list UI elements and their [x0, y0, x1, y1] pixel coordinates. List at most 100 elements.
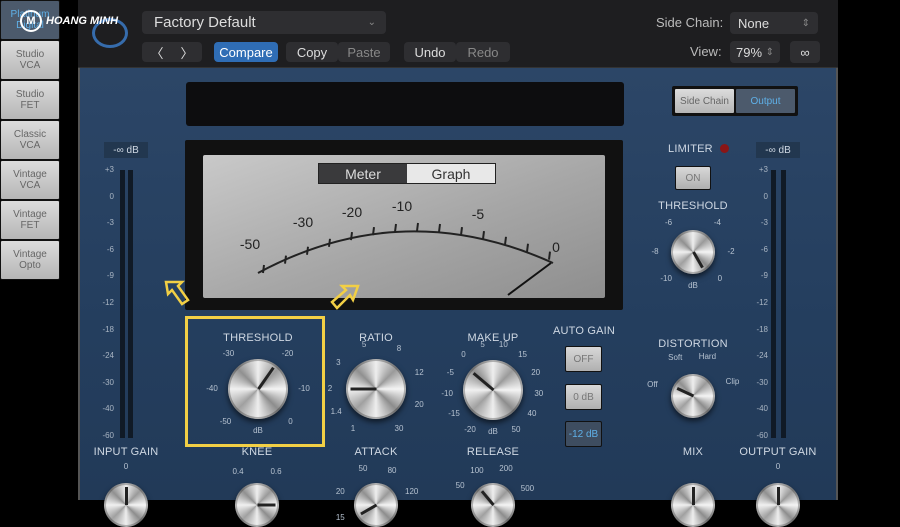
- auto-gain-minus12db-button[interactable]: -12 dB: [565, 421, 602, 447]
- ratio-tick-label: 30: [394, 423, 404, 433]
- ratio-tick-label: 20: [414, 399, 424, 409]
- ratio-knob[interactable]: [346, 359, 406, 419]
- mix-knob[interactable]: [671, 483, 715, 527]
- vu-scale-label: -50: [239, 236, 261, 252]
- release-tick-label: 200: [499, 464, 513, 474]
- input-scale-label: -30: [102, 377, 114, 387]
- next-preset-button[interactable]: 〉: [172, 43, 202, 62]
- vu-scale-label: 0: [552, 239, 560, 255]
- vu-tick: [526, 243, 529, 252]
- attack-tick-label: 15: [335, 512, 345, 522]
- limiter-led-icon: [720, 144, 729, 153]
- release-tick-label: 500: [520, 483, 535, 493]
- tab-meter[interactable]: Meter: [319, 164, 407, 183]
- auto-gain-off-button[interactable]: OFF: [565, 346, 602, 372]
- model-label-line1: Vintage: [13, 169, 47, 180]
- vu-needle: [507, 262, 552, 296]
- side-chain-view-button[interactable]: Side Chain: [674, 88, 735, 114]
- model-label-line2: VCA: [19, 140, 41, 151]
- model-button-classic-vca[interactable]: Classic VCA: [0, 120, 60, 160]
- output-view-button[interactable]: Output: [735, 88, 796, 114]
- distortion-pointer: [676, 387, 694, 398]
- input-gain-label: INPUT GAIN: [93, 446, 159, 458]
- vu-scale-label: -20: [341, 204, 363, 220]
- model-label-line2: VCA: [19, 180, 41, 191]
- model-button-studio-vca[interactable]: Studio VCA: [0, 40, 60, 80]
- vu-scale-label: -5: [471, 206, 485, 222]
- makeup-pointer: [472, 372, 494, 392]
- model-label-line1: Classic: [13, 129, 47, 140]
- limiter-threshold-knob[interactable]: [671, 230, 715, 274]
- release-knob[interactable]: [471, 483, 515, 527]
- view-toggle: Side Chain Output: [672, 86, 798, 116]
- input-level-readout: -∞ dB: [104, 142, 148, 158]
- vu-tick: [306, 246, 309, 255]
- output-scale-label: -24: [756, 351, 768, 361]
- makeup-unit-label: dB: [488, 427, 498, 436]
- attack-knob[interactable]: [354, 483, 398, 527]
- limiter-threshold-tick-label: -10: [660, 273, 672, 283]
- side-chain-value: None: [738, 15, 770, 31]
- tab-graph[interactable]: Graph: [407, 164, 495, 183]
- compare-button[interactable]: Compare: [214, 42, 278, 62]
- auto-gain-0db-button[interactable]: 0 dB: [565, 384, 602, 410]
- side-chain-select[interactable]: None ⇕: [730, 12, 818, 34]
- distortion-tick-label: Soft: [668, 352, 683, 362]
- prev-preset-button[interactable]: 〈: [142, 43, 172, 62]
- paste-button[interactable]: Paste: [338, 42, 390, 62]
- model-button-vintage-vca[interactable]: Vintage VCA: [0, 160, 60, 200]
- output-scale-label: 0: [763, 191, 768, 201]
- makeup-tick-label: 0: [461, 349, 466, 359]
- input-scale-label: -40: [102, 404, 114, 414]
- attack-tick-label: 120: [405, 487, 419, 496]
- vu-tick: [460, 227, 463, 236]
- makeup-tick-label: 40: [527, 409, 537, 419]
- link-button[interactable]: ∞: [790, 41, 820, 63]
- output-scale-label: -12: [756, 298, 768, 307]
- makeup-tick-label: -5: [446, 367, 454, 377]
- preset-nav: 〈〉: [142, 42, 202, 62]
- output-gain-knob[interactable]: [756, 483, 800, 527]
- limiter-on-button[interactable]: ON: [675, 166, 711, 190]
- limiter-threshold-tick-label: -8: [651, 247, 659, 256]
- preset-dropdown[interactable]: Factory Default ⌄: [142, 11, 386, 34]
- attack-tick-label: 20: [335, 487, 345, 496]
- view-zoom-select[interactable]: 79% ⇕: [730, 41, 780, 63]
- model-label-line2: FET: [20, 220, 40, 231]
- distortion-tick-label: Off: [647, 380, 658, 390]
- model-button-studio-fet[interactable]: Studio FET: [0, 80, 60, 120]
- input-scale-label: -60: [102, 431, 114, 440]
- model-button-vintage-opto[interactable]: Vintage Opto: [0, 240, 60, 280]
- redo-button[interactable]: Redo: [456, 42, 510, 62]
- input-scale-label: -18: [102, 324, 114, 334]
- model-selector: [186, 82, 624, 126]
- ratio-tick-label: 12: [414, 368, 424, 378]
- logo-icon: M: [20, 10, 42, 32]
- makeup-tick-label: 15: [518, 349, 528, 359]
- vu-tick: [328, 238, 331, 247]
- output-meter-left: [771, 170, 776, 438]
- updown-icon: ⇕: [765, 46, 774, 58]
- updown-icon: ⇕: [801, 17, 810, 29]
- distortion-tick-label: Hard: [698, 351, 717, 361]
- watermark-logo: M HOANG MINH: [20, 10, 118, 32]
- copy-button[interactable]: Copy: [286, 42, 338, 62]
- limiter-threshold-tick-label: -4: [713, 217, 721, 227]
- ratio-tick-label: 1: [350, 423, 356, 433]
- undo-button[interactable]: Undo: [404, 42, 456, 62]
- model-button-vintage-fet[interactable]: Vintage FET: [0, 200, 60, 240]
- model-label-line1: Studio: [15, 89, 45, 100]
- model-label-line1: Studio: [15, 49, 45, 60]
- plugin-header: Factory Default ⌄ 〈〉 Compare Copy Paste U…: [78, 0, 838, 68]
- makeup-knob[interactable]: [463, 360, 523, 420]
- model-label-line2: Opto: [19, 260, 41, 271]
- input-gain-knob[interactable]: [104, 483, 148, 527]
- side-chain-label: Side Chain:: [656, 15, 724, 30]
- vu-tick: [482, 231, 485, 240]
- distortion-knob[interactable]: [671, 374, 715, 418]
- makeup-tick-label: -10: [441, 389, 453, 398]
- knee-knob[interactable]: [235, 483, 279, 527]
- vu-scale-label: -30: [292, 214, 314, 230]
- input-meter-left: [120, 170, 125, 438]
- ratio-pointer: [350, 387, 376, 391]
